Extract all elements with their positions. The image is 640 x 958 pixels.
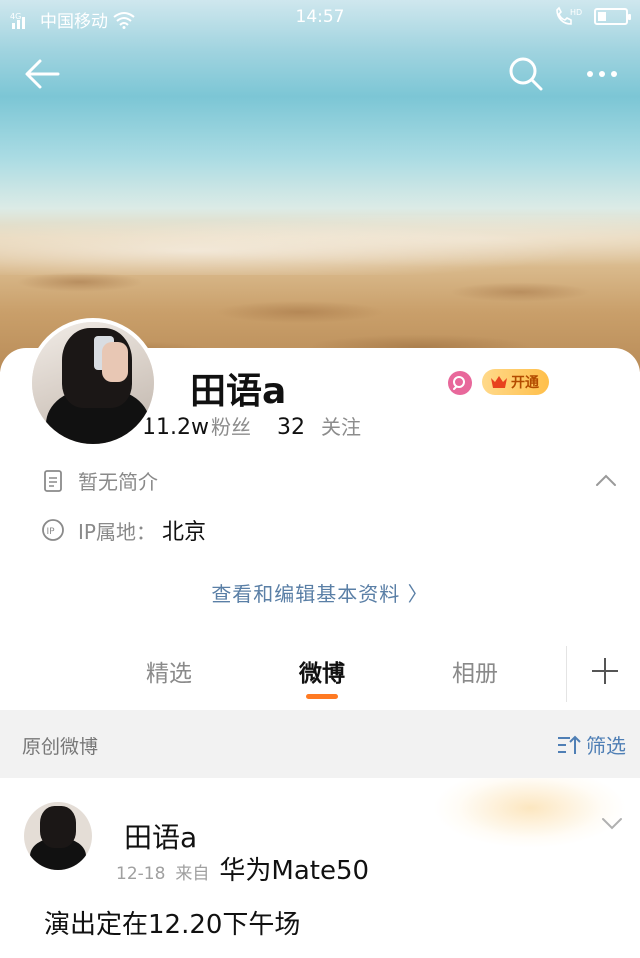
- tab-featured[interactable]: 精选: [146, 654, 192, 688]
- ip-value: 北京: [161, 520, 206, 545]
- filter-bar: 原创微博 筛选: [0, 710, 640, 778]
- profile-tabs: 精选 微博 相册: [0, 640, 640, 710]
- following-label[interactable]: 关注: [321, 411, 361, 440]
- search-icon[interactable]: [504, 52, 548, 96]
- bio-row: 暂无简介: [40, 466, 158, 495]
- plus-icon[interactable]: [590, 656, 620, 686]
- avatar-hand: [102, 342, 128, 382]
- tab-album[interactable]: 相册: [452, 654, 498, 688]
- edit-profile-link[interactable]: 查看和编辑基本资料 〉: [0, 578, 640, 607]
- post-from-label: 来自: [175, 864, 210, 884]
- status-time: 14:57: [295, 7, 345, 27]
- following-count[interactable]: 32: [277, 415, 305, 440]
- active-tab-indicator: [306, 694, 338, 699]
- post-date: 12-18: [116, 864, 166, 884]
- post-author-avatar[interactable]: [24, 802, 92, 870]
- post-text: 演出定在12.20下午场: [44, 910, 301, 940]
- ip-label: IP属地：: [78, 519, 156, 544]
- followers-label[interactable]: 粉丝: [211, 411, 251, 440]
- ip-location-icon: IP: [42, 519, 64, 541]
- filter-label: 筛选: [586, 734, 626, 758]
- search-badge-icon[interactable]: [448, 371, 472, 395]
- chevron-down-icon[interactable]: [600, 816, 624, 832]
- filter-button[interactable]: 筛选: [556, 730, 626, 759]
- crown-icon: [491, 376, 507, 388]
- tab-divider: [566, 646, 567, 702]
- vip-label: 开通: [511, 375, 539, 391]
- post-meta: 12-18 来自 华为Mate50: [116, 850, 369, 887]
- hd-label: HD: [570, 8, 582, 17]
- hd-call-icon: HD: [556, 6, 582, 25]
- post-avatar-hair: [40, 806, 76, 848]
- post-device: 华为Mate50: [219, 856, 370, 886]
- status-right: HD: [554, 6, 631, 26]
- weibo-post[interactable]: 田语a 12-18 来自 华为Mate50 演出定在12.20下午场: [0, 778, 640, 958]
- battery-level: [598, 11, 606, 21]
- tab-weibo[interactable]: 微博: [299, 654, 345, 688]
- ip-row: IP IP属地： 北京: [40, 514, 206, 546]
- badge-magnifier-icon: [453, 376, 465, 390]
- more-dots-icon[interactable]: [580, 52, 624, 96]
- document-icon: [44, 469, 62, 492]
- bio-text: 暂无简介: [78, 470, 158, 494]
- profile-name: 田语a: [190, 371, 287, 412]
- profile-stats: 11.2w 粉丝 32 关注: [142, 411, 361, 440]
- battery-icon: [594, 7, 631, 25]
- chevron-up-icon[interactable]: [594, 472, 618, 488]
- vip-open-button[interactable]: 开通: [482, 369, 549, 395]
- filter-icon: [558, 735, 581, 754]
- original-weibo-label: 原创微博: [22, 736, 99, 758]
- back-arrow-icon[interactable]: [20, 52, 64, 96]
- status-bar: 4G 中国移动 14:57 HD: [0, 0, 640, 36]
- profile-avatar[interactable]: [28, 318, 158, 448]
- svg-text:IP: IP: [47, 527, 56, 537]
